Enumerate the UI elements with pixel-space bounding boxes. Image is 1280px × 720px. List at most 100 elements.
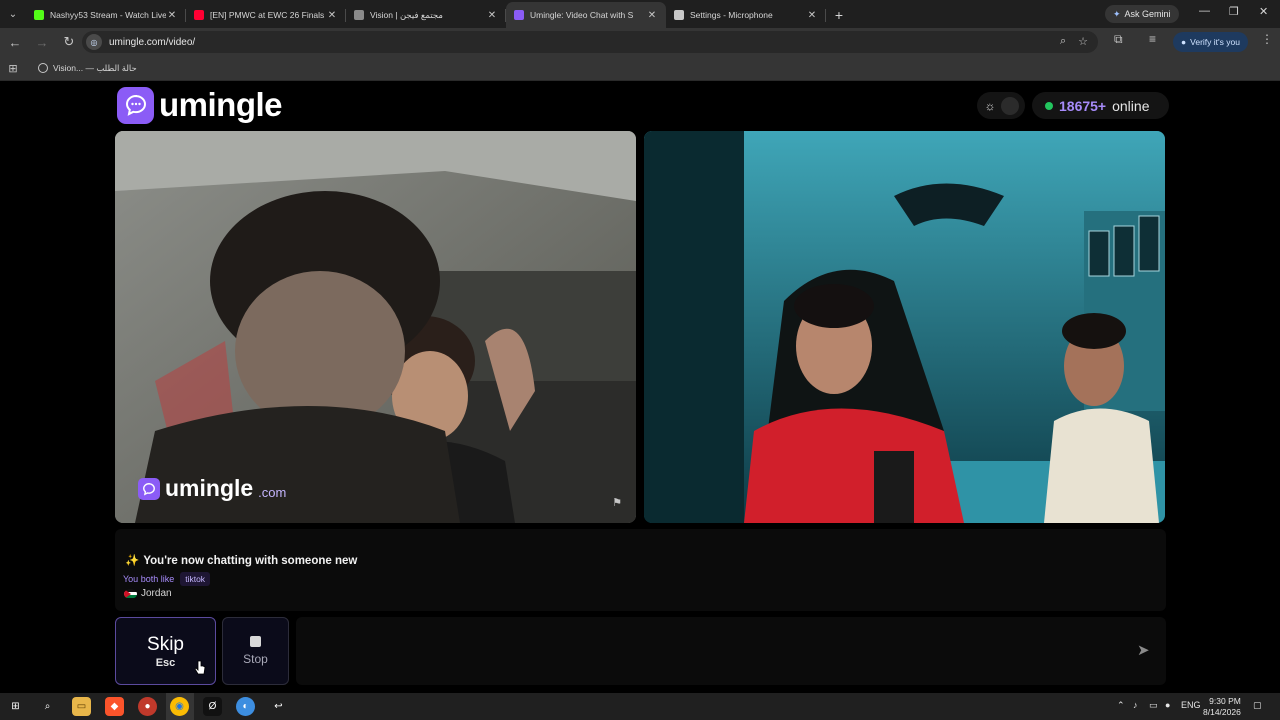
skip-label: Skip: [147, 633, 184, 655]
shared-interests: You both like tiktok: [123, 572, 211, 586]
mouse-cursor-icon: [195, 660, 206, 675]
browser-tab[interactable]: Vision | مجتمع فيجن ✕: [346, 2, 506, 28]
browser-tab[interactable]: Settings - Microphone ✕: [666, 2, 826, 28]
file-explorer-icon[interactable]: ▭: [72, 697, 91, 716]
address-bar[interactable]: ◎ umingle.com/video/ ⌕ ☆: [82, 31, 1098, 53]
send-icon[interactable]: ➤: [1137, 641, 1150, 659]
online-counter: 18675+ online: [1032, 92, 1169, 119]
tab-close-icon[interactable]: ✕: [326, 10, 338, 21]
message-input[interactable]: [296, 617, 1166, 685]
theme-toggle[interactable]: ☼: [977, 92, 1025, 119]
globe-icon: [38, 63, 48, 73]
extensions-icon[interactable]: ⧉: [1114, 32, 1123, 47]
tab-separator: [825, 9, 826, 22]
stop-button[interactable]: Stop: [222, 617, 289, 685]
browser-tab[interactable]: [EN] PMWC at EWC 26 Finals D ✕: [186, 2, 346, 28]
network-icon[interactable]: ▭: [1149, 700, 1158, 711]
youtube-icon: [194, 10, 204, 20]
tab-search-icon[interactable]: ⌄: [0, 0, 26, 28]
chat-status-text: You're now chatting with someone new: [143, 555, 358, 567]
profile-alert-icon: ●: [1181, 37, 1187, 47]
browser-tab[interactable]: Nashyy53 Stream - Watch Live ✕: [26, 2, 186, 28]
country-name: Jordan: [141, 588, 172, 599]
bookmark-item[interactable]: Vision... — حالة الطلب: [38, 63, 137, 74]
system-clock[interactable]: 9:30 PM 8/14/2026: [1203, 696, 1241, 718]
online-label: online: [1112, 97, 1150, 114]
language-indicator[interactable]: ENG: [1181, 700, 1201, 710]
stranger-video: umingle .com ⚑: [115, 131, 636, 523]
self-video-frame: [644, 131, 1165, 523]
kick-icon: [34, 10, 44, 20]
skip-shortcut: Esc: [155, 656, 176, 669]
verify-label: Verify it's you: [1190, 37, 1240, 47]
apps-grid-icon[interactable]: ⊞: [0, 62, 26, 75]
watermark-domain: .com: [258, 485, 287, 500]
chat-bubble-icon: [117, 86, 154, 124]
clock-time: 9:30 PM: [1209, 696, 1241, 706]
new-tab-button[interactable]: +: [826, 2, 852, 28]
gemini-sparkle-icon: ✦: [1113, 8, 1121, 19]
umingle-logo[interactable]: umingle: [117, 86, 283, 124]
site-info-icon[interactable]: ◎: [86, 34, 102, 50]
app-blue-icon[interactable]: ◐: [236, 697, 255, 716]
watermark-chat-icon: [138, 477, 160, 500]
restore-icon[interactable]: ❐: [1229, 5, 1239, 18]
ask-gemini-button[interactable]: ✦ Ask Gemini: [1105, 5, 1179, 23]
online-count: 18675+: [1059, 97, 1107, 114]
close-window-icon[interactable]: ✕: [1259, 5, 1268, 18]
bookmark-star-icon[interactable]: ☆: [1078, 35, 1088, 48]
browser-tab[interactable]: Umingle: Video Chat with S ✕: [506, 2, 666, 28]
tray-chevron-icon[interactable]: ⌃: [1117, 700, 1125, 711]
logo-text: umingle: [159, 86, 283, 123]
zoom-icon[interactable]: ⌕: [1060, 35, 1066, 48]
tab-strip: ⌄ Nashyy53 Stream - Watch Live ✕ [EN] PMWC…: [0, 0, 1280, 28]
toggle-knob: [1001, 96, 1019, 115]
minimize-icon[interactable]: —: [1199, 5, 1210, 17]
bookmarks-bar: ⊞ Vision... — حالة الطلب: [0, 56, 1280, 81]
tab-close-icon[interactable]: ✕: [166, 10, 178, 21]
tab-title: Settings - Microphone: [690, 10, 773, 20]
obs-icon[interactable]: Ø: [203, 697, 222, 716]
url-text[interactable]: umingle.com/video/: [109, 37, 195, 48]
verify-profile-button[interactable]: ● Verify it's you: [1173, 32, 1248, 52]
windows-start-icon[interactable]: ⊞: [6, 697, 25, 716]
volume-icon[interactable]: ♪: [1133, 700, 1138, 710]
stranger-country: Jordan: [124, 588, 172, 599]
sun-icon: ☼: [984, 98, 996, 113]
vision-icon: [354, 10, 364, 20]
tab-close-icon[interactable]: ✕: [806, 10, 818, 21]
tab-close-icon[interactable]: ✕: [486, 10, 498, 21]
umingle-page: umingle ☼ 18675+ online umingle .com ⚑ ✨…: [0, 81, 1280, 693]
app-arrow-icon[interactable]: ↩: [269, 697, 288, 716]
forward-arrow-icon[interactable]: →: [30, 30, 54, 54]
watermark-text: umingle: [165, 475, 254, 501]
jordan-flag-icon: [124, 588, 137, 599]
search-icon[interactable]: ⌕: [38, 697, 57, 716]
tab-title: Vision | مجتمع فيجن: [370, 9, 443, 20]
ask-gemini-label: Ask Gemini: [1124, 9, 1171, 19]
chrome-icon[interactable]: ◉: [170, 697, 189, 716]
umingle-watermark: umingle .com: [138, 475, 286, 502]
settings-gear-icon: [674, 10, 684, 20]
app-red-icon[interactable]: ●: [138, 697, 157, 716]
tab-title: [EN] PMWC at EWC 26 Finals D: [210, 10, 326, 20]
stranger-video-frame: [115, 131, 636, 523]
windows-taskbar: ⊞ ⌕ ▭ ◆ ● ◉ Ø ◐ ↩ ⌃ ♪ ▭ ● ENG 9:30 PM 8/…: [0, 693, 1280, 720]
tab-title: Umingle: Video Chat with S: [530, 10, 634, 20]
tab-close-icon[interactable]: ✕: [646, 10, 658, 21]
back-arrow-icon[interactable]: ←: [3, 30, 27, 54]
chat-log: ✨ You're now chatting with someone new Yo…: [115, 529, 1166, 611]
notifications-icon[interactable]: ▢: [1253, 700, 1262, 711]
report-flag-icon[interactable]: ⚑: [612, 496, 622, 509]
tab-title: Nashyy53 Stream - Watch Live: [50, 10, 166, 20]
microphone-icon[interactable]: ●: [1165, 700, 1170, 710]
brave-browser-icon[interactable]: ◆: [105, 697, 124, 716]
menu-dots-icon[interactable]: ⋮: [1261, 32, 1273, 46]
likes-prefix: You both like: [123, 574, 175, 584]
bookmark-label: Vision... — حالة الطلب: [53, 62, 137, 73]
reload-icon[interactable]: ↻: [57, 30, 81, 54]
clock-date: 8/14/2026: [1203, 707, 1241, 717]
sparkle-icon: ✨: [125, 555, 140, 567]
self-video: [644, 131, 1165, 523]
media-controls-icon[interactable]: ≡: [1149, 32, 1156, 46]
